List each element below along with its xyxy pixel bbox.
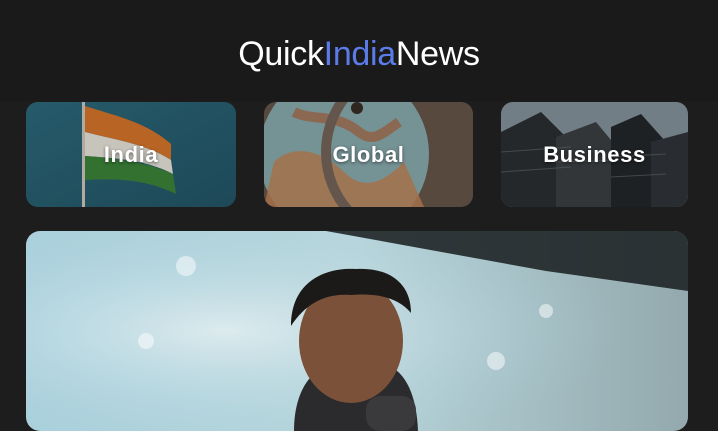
app-title: QuickIndiaNews <box>238 34 480 73</box>
brand-india: India <box>323 34 397 73</box>
brand-news: News <box>395 34 480 73</box>
category-card-india[interactable]: India <box>26 102 236 207</box>
category-strip: India Global Business <box>26 102 718 207</box>
featured-news-card[interactable] <box>26 231 688 431</box>
category-card-business[interactable]: Business <box>501 102 688 207</box>
app-bar: QuickIndiaNews <box>0 0 718 101</box>
category-label: Global <box>332 141 405 167</box>
featured-news-image <box>26 231 688 431</box>
category-label: Business <box>543 141 646 167</box>
category-label: India <box>103 141 159 167</box>
brand-quick: Quick <box>238 34 324 73</box>
category-card-global[interactable]: Global <box>264 102 473 207</box>
